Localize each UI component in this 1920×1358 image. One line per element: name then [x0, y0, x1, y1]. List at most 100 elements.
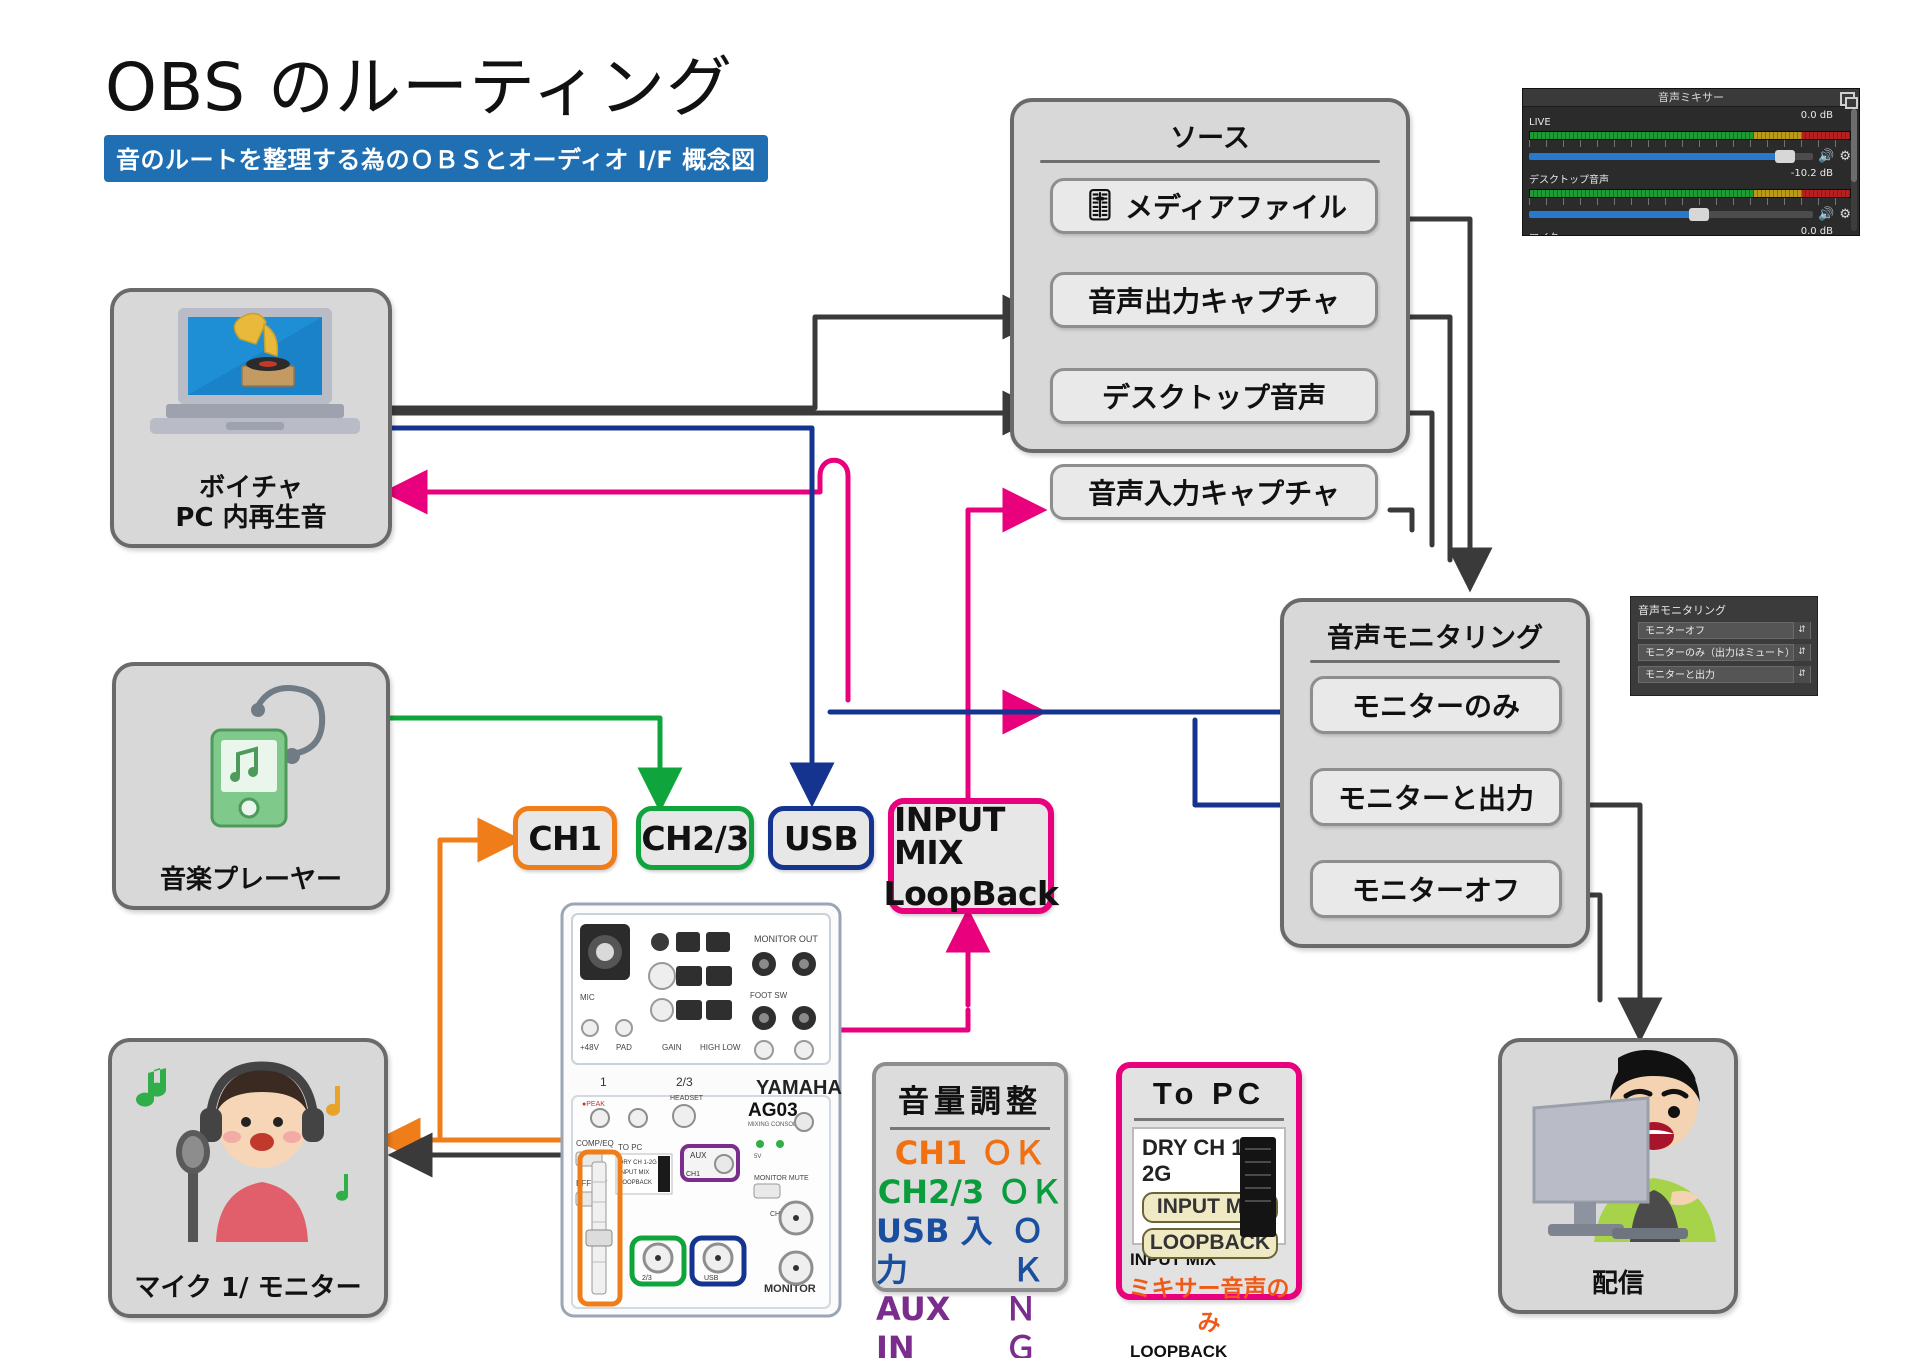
mixer-track: LIVE 0.0 dB 🔊 ⚙ [1523, 107, 1859, 165]
mixer-track-name: デスクトップ音声 [1529, 175, 1609, 186]
speaker-icon[interactable]: 🔊 [1818, 208, 1834, 221]
monitoring-panel: 音声モニタリング モニターのみ モニターと出力 モニターオフ [1280, 598, 1590, 948]
source-item-label: デスクトップ音声 [1101, 381, 1326, 414]
svg-text:●PEAK: ●PEAK [582, 1101, 605, 1108]
mixer-volume-slider[interactable] [1529, 208, 1814, 221]
monitoring-item-monitor-off[interactable]: モニターオフ [1310, 860, 1562, 918]
svg-text:PAD: PAD [616, 1043, 632, 1052]
legend-row: CH2/3 ＯＫ [876, 1173, 1064, 1212]
node-pc-label: ボイチャ PC 内再生音 [175, 472, 327, 534]
svg-text:LOOPBACK: LOOPBACK [619, 1180, 652, 1186]
legend-row: AUX IN ＮＧ [876, 1290, 1064, 1358]
node-mic-monitor: マイク 1/ モニター [108, 1038, 388, 1318]
divider [1134, 1118, 1284, 1121]
to-pc-fader-icon [1240, 1137, 1276, 1237]
monitoring-item-label: モニターのみ [1351, 690, 1520, 723]
monitoring-select-value: モニターのみ（出力はミュート） [1645, 648, 1795, 659]
node-stream: 配信 [1498, 1038, 1738, 1314]
audio-monitoring-widget[interactable]: 音声モニタリング モニターオフ ⇵ モニターのみ（出力はミュート） ⇵ モニター… [1630, 596, 1818, 696]
badge-ch23[interactable]: CH2/3 [636, 806, 754, 870]
divider [1310, 660, 1560, 663]
svg-text:1: 1 [600, 1075, 607, 1089]
to-pc-note-value: ミキサー音声のみ [1128, 1275, 1290, 1335]
svg-text:GAIN: GAIN [662, 1043, 682, 1052]
mixer-track-db: 0.0 dB [1800, 110, 1833, 121]
legend-value: ＮＧ [1004, 1290, 1037, 1358]
mixer-track-db: 0.0 dB [1800, 226, 1833, 236]
chevron-updown-icon[interactable]: ⇵ [1793, 622, 1810, 639]
gear-icon[interactable]: ⚙ [1839, 150, 1851, 163]
badge-ch1[interactable]: CH1 [513, 806, 617, 870]
mixer-track-db: -10.2 dB [1790, 168, 1833, 179]
node-music-player: 音楽プレーヤー [112, 662, 390, 910]
svg-text:AUX: AUX [690, 1151, 707, 1160]
svg-text:HEADSET: HEADSET [670, 1095, 704, 1102]
node-mic-monitor-label: マイク 1/ モニター [134, 1273, 362, 1304]
svg-text:2/3: 2/3 [642, 1275, 652, 1282]
laptop-gramophone-icon [114, 292, 388, 473]
volume-legend: 音量調整 CH1 ＯＫ CH2/3 ＯＫ USB 入力 ＯＫ AUX IN ＮＧ [872, 1062, 1068, 1358]
legend-row: USB 入力 ＯＫ [876, 1212, 1064, 1290]
legend-label: AUX IN [876, 1290, 951, 1358]
badge-label-line1: INPUT MIX [894, 799, 1005, 872]
source-item-desktop-audio[interactable]: デスクトップ音声 [1050, 368, 1378, 424]
node-pc: ボイチャ PC 内再生音 [110, 288, 392, 548]
chevron-updown-icon[interactable]: ⇵ [1793, 666, 1810, 683]
divider [890, 1127, 1050, 1130]
mixer-track: デスクトップ音声 -10.2 dB 🔊 ⚙ [1523, 165, 1859, 223]
monitoring-select-monitor-and-output[interactable]: モニターと出力 ⇵ [1638, 666, 1811, 683]
monitoring-select-monitor-only[interactable]: モニターのみ（出力はミュート） ⇵ [1638, 644, 1811, 661]
speaker-icon[interactable]: 🔊 [1818, 150, 1834, 163]
person-headphones-mic-icon [112, 1042, 384, 1273]
monitoring-widget-title: 音声モニタリング [1638, 604, 1726, 617]
mixer-slider-row[interactable]: 🔊 ⚙ [1529, 208, 1851, 221]
monitoring-select-value: モニターオフ [1645, 626, 1705, 637]
node-stream-label: 配信 [1591, 1269, 1644, 1300]
badge-usb[interactable]: USB [768, 806, 874, 870]
source-item-audio-output-capture[interactable]: 音声出力キャプチャ [1050, 272, 1378, 328]
music-player-icon [116, 666, 386, 865]
source-item-label: 音声出力キャプチャ [1088, 285, 1340, 318]
monitoring-select-off[interactable]: モニターオフ ⇵ [1638, 622, 1811, 639]
page-title: OBS のルーティング [105, 49, 733, 126]
mixer-level-meter [1529, 189, 1851, 198]
mixer-title: 音声ミキサー [1658, 91, 1724, 104]
mixer-slider-row[interactable]: 🔊 ⚙ [1529, 150, 1851, 163]
legend-value: ＯＫ [981, 1134, 1046, 1172]
legend-row: CH1 ＯＫ [876, 1134, 1064, 1173]
svg-text:5V: 5V [754, 1154, 761, 1160]
diagram-canvas: .w{fill:none;stroke-width:5;stroke-linec… [0, 0, 1920, 1358]
svg-text:AG03: AG03 [748, 1100, 798, 1121]
chevron-updown-icon[interactable]: ⇵ [1793, 644, 1810, 661]
mixer-volume-slider[interactable] [1529, 150, 1814, 163]
gear-icon[interactable]: ⚙ [1839, 208, 1851, 221]
undock-icon[interactable] [1840, 92, 1858, 109]
svg-text:MIXING CONSOLE: MIXING CONSOLE [748, 1122, 800, 1128]
legend-label: USB 入力 [876, 1212, 993, 1290]
mixer-scrollbar[interactable] [1851, 109, 1857, 231]
source-item-media-file[interactable]: 🎚 メディアファイル [1050, 178, 1378, 234]
badge-label: CH1 [528, 818, 602, 858]
legend-label: CH1 [894, 1134, 968, 1172]
badge-input-mix-loopback[interactable]: INPUT MIX LoopBack [884, 798, 1059, 914]
page-subtitle: 音のルートを整理する為のＯＢＳとオーディオ I/F 概念図 [104, 135, 768, 182]
to-pc-title: To PC [1152, 1076, 1266, 1111]
sources-panel: ソース 🎚 メディアファイル 音声出力キャプチャ デスクトップ音声 音声入力キャ… [1010, 98, 1410, 520]
source-item-label: メディアファイル [1125, 191, 1348, 224]
mixer-title-bar: 音声ミキサー [1523, 89, 1859, 109]
volume-legend-title: 音量調整 [898, 1084, 1042, 1120]
monitoring-item-label: モニターと出力 [1337, 782, 1534, 815]
monitoring-item-monitor-only[interactable]: モニターのみ [1310, 676, 1562, 734]
svg-text:MONITOR OUT: MONITOR OUT [754, 934, 818, 944]
monitoring-item-monitor-and-output[interactable]: モニターと出力 [1310, 768, 1562, 826]
mixer-track-name: マイク [1529, 233, 1559, 235]
node-music-player-label: 音楽プレーヤー [159, 865, 342, 896]
svg-text:TO PC: TO PC [618, 1143, 643, 1152]
obs-audio-mixer-widget[interactable]: 音声ミキサー LIVE 0.0 dB 🔊 ⚙ デスクトップ音声 -10.2 dB [1522, 88, 1860, 236]
legend-value: ＯＫ [1011, 1212, 1044, 1290]
meter-ticks [1529, 198, 1851, 205]
svg-text:FOOT SW: FOOT SW [750, 991, 788, 1000]
svg-text:COMP/EQ: COMP/EQ [576, 1139, 614, 1148]
svg-text:+48V: +48V [580, 1043, 600, 1052]
source-item-audio-input-capture[interactable]: 音声入力キャプチャ [1050, 464, 1378, 520]
